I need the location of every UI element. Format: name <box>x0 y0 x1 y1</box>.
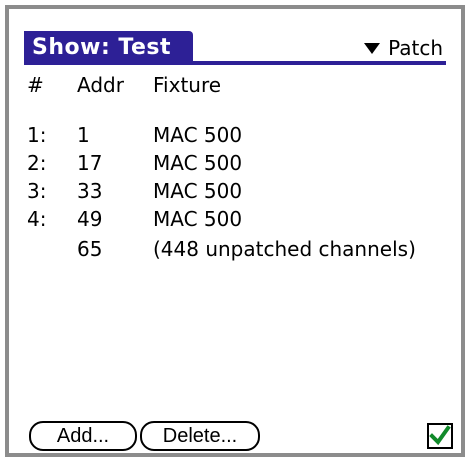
table-row[interactable]: 1: 1 MAC 500 <box>27 121 447 149</box>
row-fixture: (448 unpatched channels) <box>153 237 416 261</box>
row-addr: 49 <box>77 207 103 231</box>
row-fixture: MAC 500 <box>153 151 243 175</box>
table-row[interactable]: 65 (448 unpatched channels) <box>27 235 447 263</box>
row-num: 2: <box>27 151 47 175</box>
table-header: # Addr Fixture <box>27 71 447 99</box>
row-num: 3: <box>27 179 47 203</box>
row-num: 4: <box>27 207 47 231</box>
row-fixture: MAC 500 <box>153 207 243 231</box>
app-screen: Show: Test Patch # Addr Fixture 1: 1 MAC… <box>9 9 461 453</box>
column-header-num: # <box>27 73 44 97</box>
screen-frame: Show: Test Patch # Addr Fixture 1: 1 MAC… <box>5 5 465 457</box>
delete-button[interactable]: Delete... <box>140 421 260 451</box>
row-addr: 65 <box>77 237 103 261</box>
add-button[interactable]: Add... <box>29 421 137 451</box>
row-addr: 1 <box>77 123 90 147</box>
column-header-fixture: Fixture <box>153 73 222 97</box>
dropdown-triangle-icon <box>364 42 381 54</box>
checkmark-icon <box>429 425 451 446</box>
device: Show: Test Patch # Addr Fixture 1: 1 MAC… <box>0 0 470 462</box>
row-fixture: MAC 500 <box>153 179 243 203</box>
row-num: 1: <box>27 123 47 147</box>
table-row[interactable]: 3: 33 MAC 500 <box>27 177 447 205</box>
column-header-addr: Addr <box>77 73 124 97</box>
row-fixture: MAC 500 <box>153 123 243 147</box>
row-addr: 17 <box>77 151 103 175</box>
form-title: Show: Test <box>24 31 193 65</box>
table-row[interactable]: 4: 49 MAC 500 <box>27 205 447 233</box>
enable-checkbox[interactable] <box>427 423 453 449</box>
patch-menu-trigger[interactable]: Patch <box>364 35 443 61</box>
row-addr: 33 <box>77 179 103 203</box>
patch-menu-label: Patch <box>388 36 443 60</box>
title-divider <box>24 61 446 65</box>
table-row[interactable]: 2: 17 MAC 500 <box>27 149 447 177</box>
